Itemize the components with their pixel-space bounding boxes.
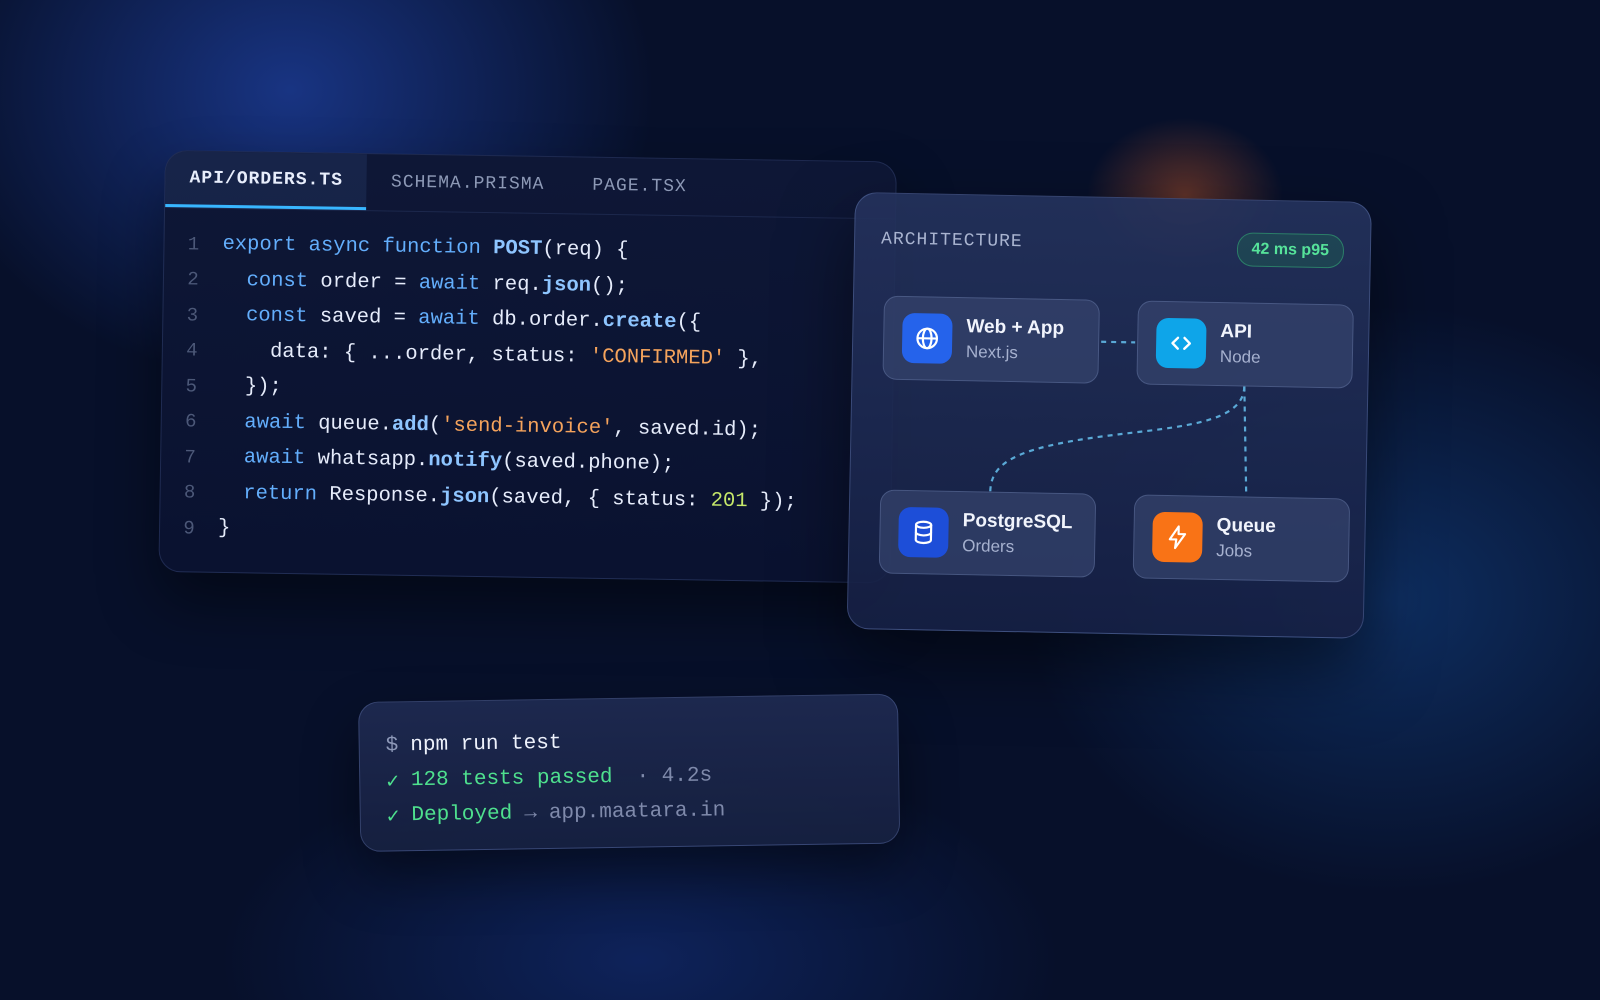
terminal-prompt: $ bbox=[385, 734, 399, 758]
line-number: 1 bbox=[187, 233, 200, 256]
deploy-url[interactable]: app.maatara.in bbox=[549, 799, 726, 825]
node-title: PostgreSQL bbox=[962, 510, 1073, 534]
code-token: return bbox=[243, 482, 330, 507]
code-text: export async function POST(req) { bbox=[222, 233, 628, 262]
code-token: (); bbox=[590, 274, 629, 299]
code-token: ({ bbox=[676, 311, 702, 335]
code-token: }, bbox=[724, 347, 763, 372]
node-postgresql[interactable]: PostgreSQL Orders bbox=[878, 489, 1097, 578]
code-token: create bbox=[602, 310, 677, 335]
line-number: 4 bbox=[185, 339, 198, 362]
code-token: ( bbox=[428, 413, 442, 438]
lightning-icon bbox=[1151, 511, 1203, 563]
line-number: 5 bbox=[185, 375, 198, 398]
code-token: saved = bbox=[319, 305, 419, 331]
code-token: await bbox=[244, 411, 319, 436]
code-token: Response. bbox=[329, 483, 441, 509]
line-number: 6 bbox=[184, 410, 197, 433]
node-subtitle: Jobs bbox=[1216, 541, 1253, 561]
check-icon: ✓ bbox=[386, 805, 400, 830]
node-title: Queue bbox=[1216, 515, 1276, 538]
code-token: (saved.phone); bbox=[501, 450, 675, 477]
node-queue[interactable]: Queue Jobs bbox=[1132, 494, 1351, 583]
code-token: await bbox=[418, 271, 493, 296]
code-token: db.order. bbox=[491, 308, 603, 334]
code-token: await bbox=[243, 446, 318, 471]
api-db-link bbox=[989, 386, 1246, 492]
node-subtitle: Orders bbox=[962, 536, 1015, 557]
tests-passed-text: 128 tests passed bbox=[410, 766, 613, 793]
code-token: (req) { bbox=[542, 238, 629, 263]
terminal-command: npm run test bbox=[410, 731, 562, 758]
tab-schema-prisma[interactable]: SCHEMA.PRISMA bbox=[367, 154, 569, 213]
line-number: 2 bbox=[187, 268, 199, 291]
code-text: data: { ...order, status: 'CONFIRMED' }, bbox=[221, 340, 763, 371]
architecture-title: ARCHITECTURE bbox=[880, 229, 1023, 253]
code-token: 'send-invoice' bbox=[440, 414, 614, 440]
code-token: const bbox=[245, 304, 320, 329]
node-web-app[interactable]: Web + App Next.js bbox=[882, 295, 1100, 384]
code-token: await bbox=[418, 307, 493, 332]
code-token: notify bbox=[428, 449, 503, 474]
line-number: 9 bbox=[183, 517, 195, 540]
terminal-deploy-line: ✓ Deployed → app.maatara.in bbox=[387, 791, 899, 834]
code-token: (saved, { status: bbox=[489, 485, 711, 513]
code-token: export async function bbox=[222, 233, 494, 261]
code-token: json bbox=[541, 273, 592, 298]
code-token: json bbox=[439, 485, 490, 509]
code-token: 'CONFIRMED' bbox=[589, 345, 726, 371]
code-editor-card: API/ORDERS.TS SCHEMA.PRISMA PAGE.TSX 1 ex… bbox=[158, 150, 897, 584]
globe-icon bbox=[901, 312, 953, 364]
code-token: 201 bbox=[710, 489, 748, 513]
node-subtitle: Next.js bbox=[965, 342, 1019, 363]
code-text: await queue.add('send-invoice', saved.id… bbox=[220, 411, 762, 443]
code-token: }); bbox=[747, 489, 797, 514]
code-token: POST bbox=[492, 237, 543, 262]
code-text: const saved = await db.order.create({ bbox=[221, 304, 701, 335]
code-token: } bbox=[217, 517, 231, 541]
code-token: whatsapp. bbox=[317, 447, 429, 473]
code-token: const bbox=[246, 269, 321, 294]
node-title: API bbox=[1220, 321, 1253, 343]
node-api[interactable]: API Node bbox=[1136, 300, 1354, 389]
architecture-card: ARCHITECTURE 42 ms p95 Web + App Next.js… bbox=[846, 192, 1372, 639]
code-token: order = bbox=[320, 270, 419, 295]
database-icon bbox=[898, 506, 949, 558]
web-api-link bbox=[1101, 340, 1136, 344]
line-number: 8 bbox=[183, 481, 196, 504]
code-token: , saved.id); bbox=[613, 416, 762, 443]
code-text: }); bbox=[220, 375, 282, 400]
code-icon bbox=[1155, 317, 1207, 369]
code-token: }); bbox=[220, 375, 282, 400]
code-token: queue. bbox=[317, 412, 393, 437]
line-number: 7 bbox=[184, 446, 197, 469]
terminal-card: $ npm run test ✓ 128 tests passed · 4.2s… bbox=[358, 693, 901, 852]
code-token: req. bbox=[492, 272, 542, 297]
code-token: data: { ...order, status: bbox=[220, 339, 591, 369]
arrow-icon: → bbox=[524, 802, 538, 826]
deployed-text: Deployed bbox=[411, 802, 513, 828]
tab-api-orders[interactable]: API/ORDERS.TS bbox=[165, 151, 368, 211]
code-text: return Response.json(saved, { status: 20… bbox=[218, 482, 797, 514]
code-text: const order = await req.json(); bbox=[222, 269, 628, 298]
node-title: Web + App bbox=[966, 316, 1065, 340]
tab-page-tsx[interactable]: PAGE.TSX bbox=[568, 157, 711, 215]
node-subtitle: Node bbox=[1219, 347, 1261, 367]
check-icon: ✓ bbox=[386, 770, 400, 795]
api-queue-link bbox=[1243, 386, 1248, 497]
latency-badge: 42 ms p95 bbox=[1236, 232, 1345, 269]
code-text: } bbox=[218, 517, 231, 540]
line-number: 3 bbox=[186, 304, 199, 327]
code-token: add bbox=[391, 413, 430, 437]
code-area[interactable]: 1 export async function POST(req) { 2 cons… bbox=[160, 208, 895, 557]
tests-duration: · 4.2s bbox=[636, 764, 713, 789]
code-text: await whatsapp.notify(saved.phone); bbox=[219, 446, 675, 477]
